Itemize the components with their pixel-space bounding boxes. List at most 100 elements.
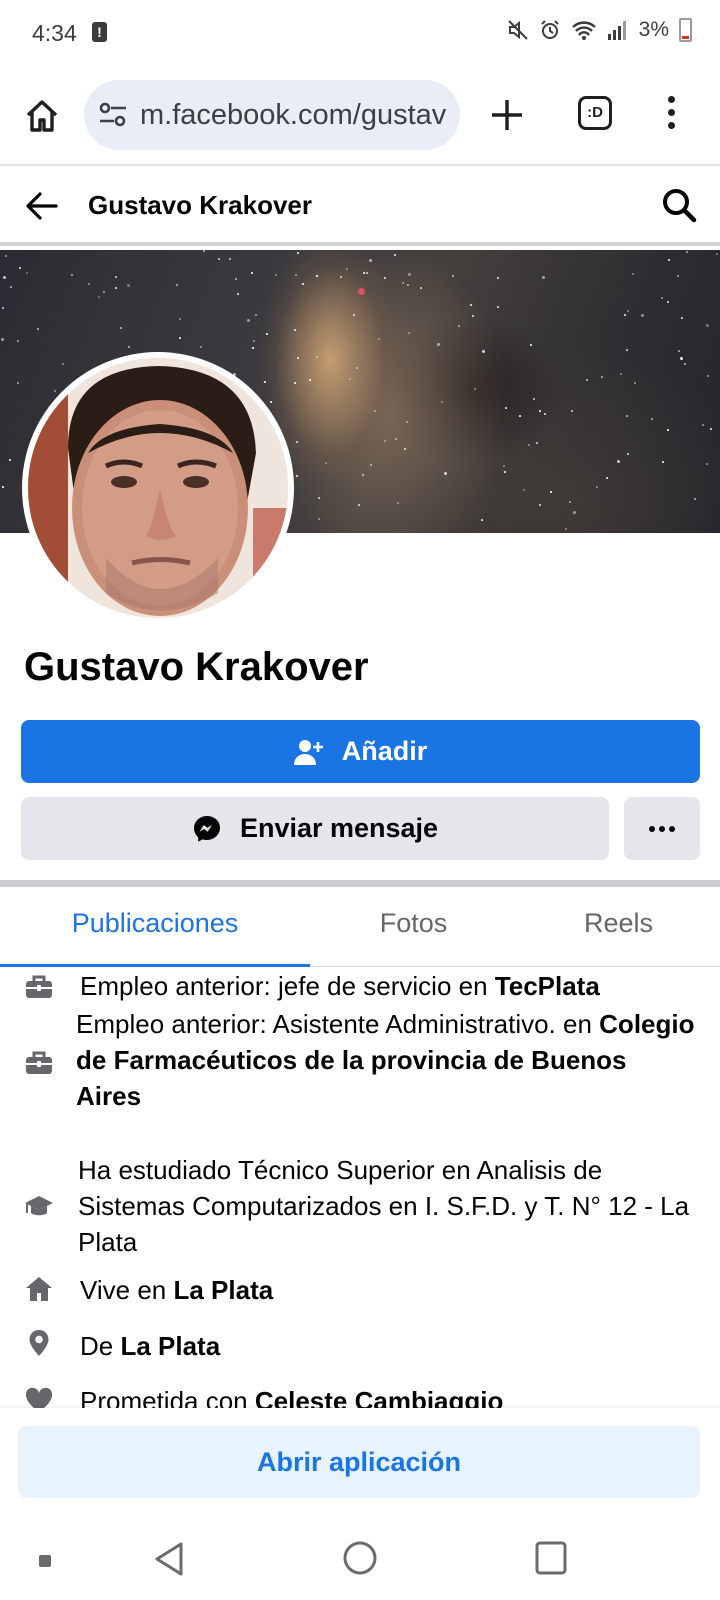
cover-star xyxy=(626,415,628,417)
profile-header: Gustavo Krakover xyxy=(0,166,720,246)
cover-star xyxy=(127,284,130,287)
nav-back-icon[interactable] xyxy=(152,1540,186,1578)
cover-star xyxy=(601,376,603,378)
cover-star xyxy=(662,461,664,463)
cover-star xyxy=(573,511,576,514)
cover-star xyxy=(363,272,365,274)
cover-star xyxy=(353,314,355,316)
cover-star xyxy=(536,442,538,444)
status-bar: 4:34 ! 3% xyxy=(0,0,720,66)
cover-star xyxy=(617,460,620,463)
cover-star xyxy=(550,491,552,493)
cover-star xyxy=(626,349,628,351)
tab-switcher-button[interactable]: :D xyxy=(578,96,612,130)
alert-icon: ! xyxy=(92,22,107,42)
cover-star xyxy=(19,267,21,269)
site-settings-icon[interactable] xyxy=(98,102,128,128)
cover-star xyxy=(397,502,399,504)
tab-publicaciones[interactable]: Publicaciones xyxy=(0,887,310,967)
intro-text: Prometida con xyxy=(80,1386,255,1408)
cover-star xyxy=(668,259,670,261)
open-app-button[interactable]: Abrir aplicación xyxy=(18,1426,700,1498)
url-text[interactable]: m.facebook.com/gustav xyxy=(140,99,452,132)
cover-star xyxy=(620,373,622,375)
assist-icon[interactable] xyxy=(38,1554,52,1568)
back-arrow-icon[interactable] xyxy=(24,188,60,224)
cover-star xyxy=(542,276,545,279)
cover-star xyxy=(98,296,100,298)
cover-star xyxy=(237,293,239,295)
cover-star xyxy=(115,287,117,289)
url-bar[interactable]: m.facebook.com/gustav xyxy=(84,80,460,150)
cover-star xyxy=(296,475,298,477)
cover-star xyxy=(10,286,12,288)
cover-star xyxy=(378,338,380,340)
browser-toolbar: m.facebook.com/gustav :D xyxy=(0,66,720,166)
more-options-button[interactable] xyxy=(624,797,700,860)
intro-text: Vive en xyxy=(80,1275,174,1305)
nav-recents-icon[interactable] xyxy=(534,1540,568,1576)
cover-star xyxy=(627,453,629,455)
cover-star xyxy=(667,429,669,431)
cover-star xyxy=(505,407,507,409)
briefcase-icon xyxy=(26,1051,52,1074)
cover-star xyxy=(651,418,653,420)
location-pin-icon xyxy=(29,1330,49,1356)
intro-text: Empleo anterior: jefe de servicio en xyxy=(80,971,495,1001)
intro-bold: Celeste Cambiaggio xyxy=(254,1386,504,1408)
cover-star xyxy=(1,338,4,341)
home-icon[interactable] xyxy=(22,96,62,136)
cover-star xyxy=(680,357,683,360)
nav-home-icon[interactable] xyxy=(342,1540,378,1576)
cover-star xyxy=(706,324,709,327)
send-message-button[interactable]: Enviar mensaje xyxy=(21,797,609,860)
cover-star xyxy=(406,421,408,423)
menu-icon[interactable] xyxy=(664,96,678,136)
cover-star xyxy=(316,275,318,277)
more-dots-icon xyxy=(649,825,655,832)
cover-star xyxy=(694,498,696,500)
tab-reels[interactable]: Reels xyxy=(517,887,720,967)
briefcase-icon xyxy=(26,975,52,998)
cover-star xyxy=(408,332,410,334)
add-friend-button[interactable]: Añadir xyxy=(21,720,700,783)
cover-star xyxy=(641,314,644,317)
cover-star xyxy=(369,259,372,262)
cover-star xyxy=(420,287,422,289)
cover-star xyxy=(356,367,358,369)
cover-star xyxy=(255,314,257,316)
intro-text: Ha estudiado Técnico Superior en Analisi… xyxy=(78,1155,690,1257)
cover-star xyxy=(677,275,679,277)
cover-star xyxy=(706,463,708,465)
cover-star xyxy=(128,346,130,348)
cover-star xyxy=(302,283,304,285)
cover-star xyxy=(252,347,254,349)
profile-tabs: Publicaciones Fotos Reels xyxy=(0,887,720,967)
cover-star xyxy=(5,255,7,257)
cover-star xyxy=(309,379,311,381)
cover-star xyxy=(528,444,530,446)
cover-star xyxy=(394,254,396,256)
cover-star xyxy=(9,459,11,461)
cover-star xyxy=(374,410,376,412)
cover-star xyxy=(472,315,474,317)
cover-star xyxy=(115,276,117,278)
cover-star xyxy=(458,325,460,327)
cover-star xyxy=(395,438,397,440)
cover-star xyxy=(503,465,505,467)
tab-fotos[interactable]: Fotos xyxy=(310,887,517,967)
header-title: Gustavo Krakover xyxy=(88,190,312,220)
plus-icon[interactable] xyxy=(488,96,526,134)
cover-star xyxy=(384,277,386,279)
cover-star xyxy=(539,410,541,412)
cover-star xyxy=(497,277,499,279)
cover-star xyxy=(297,357,299,359)
cover-star xyxy=(667,301,669,303)
profile-avatar[interactable] xyxy=(22,352,294,624)
cover-star xyxy=(294,329,296,331)
cover-star xyxy=(470,304,472,306)
cover-star xyxy=(661,297,663,299)
cover-star xyxy=(3,276,6,279)
mute-icon xyxy=(507,20,528,40)
search-icon[interactable] xyxy=(660,186,698,224)
